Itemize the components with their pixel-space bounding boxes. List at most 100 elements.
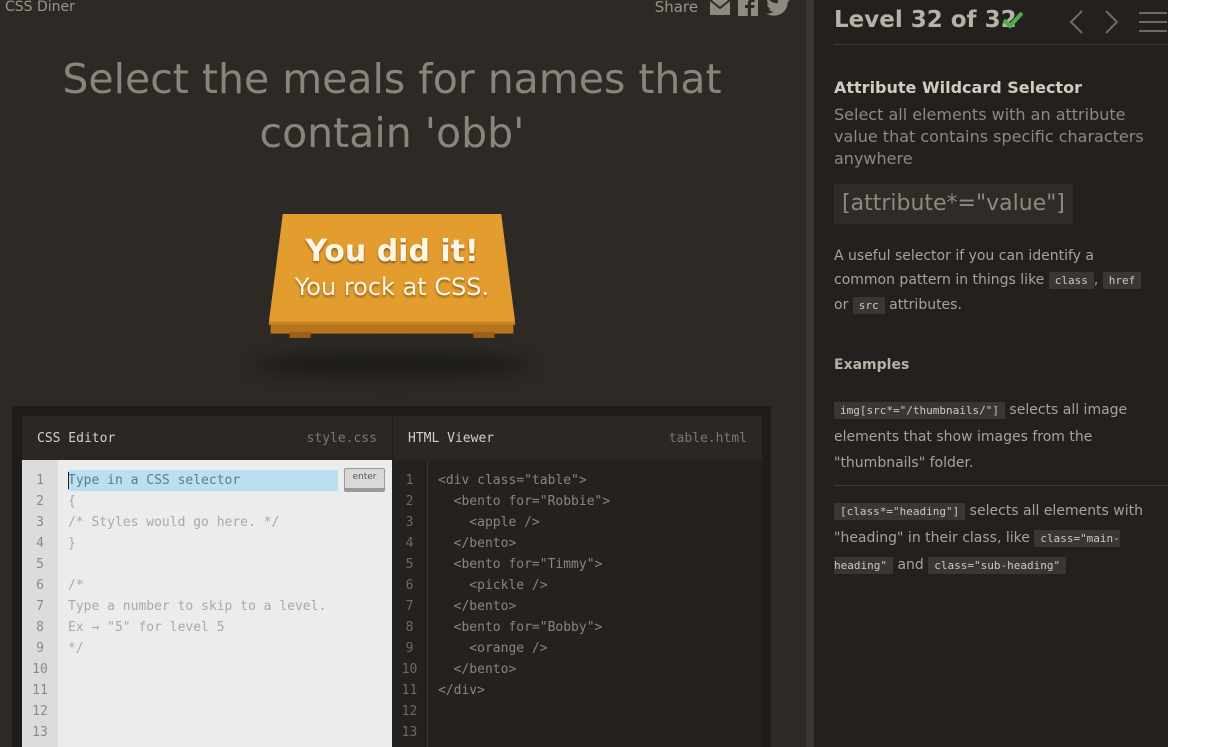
example-2-code-sub: class="sub-heading" xyxy=(928,557,1067,574)
css-editor-pane: CSS Editor style.css 1 2 3 4 5 6 7 8 9 10 11 12 13 {… xyxy=(22,416,392,747)
line-number: 7 xyxy=(405,599,414,614)
code-line: { xyxy=(68,494,76,509)
line-number: 10 xyxy=(32,662,48,677)
share-label: Share xyxy=(654,0,698,16)
code-line: Type a number to skip to a level. xyxy=(68,599,327,614)
level-instruction: Select the meals for names that contain … xyxy=(62,55,722,157)
example-2: [class*="heading"] selects all elements … xyxy=(834,498,1156,579)
facebook-icon[interactable] xyxy=(738,0,758,16)
line-number: 1 xyxy=(36,473,44,488)
html-viewer-header: HTML Viewer table.html xyxy=(392,416,762,460)
code-line: </bento> xyxy=(438,536,517,551)
line-number: 2 xyxy=(405,494,414,509)
line-number: 6 xyxy=(405,578,414,593)
hint-code-src: src xyxy=(852,297,885,314)
line-number: 9 xyxy=(36,641,44,656)
next-level-icon[interactable] xyxy=(1104,9,1120,35)
check-icon xyxy=(1002,11,1024,29)
code-line: <bento for="Timmy"> xyxy=(438,557,603,572)
panel-divider[interactable] xyxy=(806,0,814,747)
previous-level-icon[interactable] xyxy=(1068,9,1084,35)
editor-inner: CSS Editor style.css 1 2 3 4 5 6 7 8 9 10 11 12 13 {… xyxy=(22,416,762,747)
line-number: 6 xyxy=(36,578,44,593)
twitter-icon[interactable] xyxy=(766,0,790,16)
example-1-code: img[src*="/thumbnails/"] xyxy=(834,402,1005,419)
code-line: */ xyxy=(68,641,84,656)
line-number: 10 xyxy=(401,662,418,677)
line-number: 1 xyxy=(405,473,414,488)
line-number: 13 xyxy=(401,725,418,740)
hint-sep: , xyxy=(1093,272,1099,288)
html-code-area: 1 2 3 4 5 6 7 8 9 10 11 12 13 <div class="table"> <b… xyxy=(392,460,762,747)
html-code-lines[interactable]: <div class="table"> <bento for="Robbie">… xyxy=(438,470,762,743)
line-number: 4 xyxy=(405,536,414,551)
level-sidebar: Level 32 of 32 Attribute Wildcard Select… xyxy=(814,0,1168,747)
text-caret xyxy=(68,472,69,489)
css-code-area[interactable]: 1 2 3 4 5 6 7 8 9 10 11 12 13 {/* Styles would go he… xyxy=(22,460,392,747)
html-viewer-pane: HTML Viewer table.html 1 2 3 4 5 6 7 8 9 10 11 12 13… xyxy=(392,416,762,747)
html-viewer-title: HTML Viewer xyxy=(408,430,495,446)
win-title: You did it! xyxy=(305,234,479,269)
share-bar: Share xyxy=(655,0,790,16)
code-line: </div> xyxy=(438,683,485,698)
code-line: </bento> xyxy=(438,662,517,677)
line-number: 11 xyxy=(401,683,418,698)
css-selector-input[interactable] xyxy=(68,470,338,491)
examples-divider xyxy=(834,485,1168,486)
code-line: } xyxy=(68,536,76,551)
example-2-code: [class*="heading"] xyxy=(834,503,966,520)
line-number: 8 xyxy=(36,620,44,635)
html-line-numbers: 1 2 3 4 5 6 7 8 9 10 11 12 13 xyxy=(392,460,428,747)
example-1: img[src*="/thumbnails/"] selects all ima… xyxy=(834,397,1156,476)
hint-code-class: class xyxy=(1048,272,1094,289)
selector-syntax: [attribute*="value"] xyxy=(834,184,1073,224)
code-line: <div class="table"> xyxy=(438,473,587,488)
level-header: Level 32 of 32 xyxy=(834,4,1167,40)
css-editor-filename: style.css xyxy=(306,430,377,446)
line-number: 12 xyxy=(401,704,418,719)
code-line: </bento> xyxy=(438,599,517,614)
selector-hint: A useful selector if you can identify a … xyxy=(834,244,1156,318)
email-icon[interactable] xyxy=(710,0,730,15)
enter-button[interactable]: enter xyxy=(344,468,385,492)
line-number: 13 xyxy=(32,725,48,740)
line-number: 3 xyxy=(36,515,44,530)
selector-description: Select all elements with an attribute va… xyxy=(834,105,1144,168)
examples-label: Examples xyxy=(834,357,910,373)
header-divider xyxy=(834,44,1168,45)
hint-after: attributes. xyxy=(889,297,962,313)
css-editor-title: CSS Editor xyxy=(37,430,116,446)
hint-code-href: href xyxy=(1102,272,1142,289)
line-number: 5 xyxy=(36,557,44,572)
code-line: <pickle /> xyxy=(438,578,548,593)
table-shadow xyxy=(252,352,532,378)
code-line: <apple /> xyxy=(438,515,540,530)
win-subtitle: You rock at CSS. xyxy=(294,273,490,301)
selector-name: Attribute Wildcard Selector xyxy=(834,78,1082,97)
game-area: CSS Diner Share Select the meals for nam… xyxy=(0,0,806,747)
css-code-lines: {/* Styles would go here. */} /* Type a nu… xyxy=(68,470,392,743)
app-brand[interactable]: CSS Diner xyxy=(5,0,75,15)
code-line: /* Styles would go here. */ xyxy=(68,515,280,530)
code-line: Ex → "5" for level 5 xyxy=(68,620,225,635)
code-line: <bento for="Bobby"> xyxy=(438,620,603,635)
hint-or: or xyxy=(834,297,849,313)
line-number: 7 xyxy=(36,599,44,614)
line-number: 11 xyxy=(32,683,48,698)
menu-icon[interactable] xyxy=(1139,10,1167,34)
line-number: 3 xyxy=(405,515,414,530)
html-viewer-filename: table.html xyxy=(668,430,747,446)
line-number: 9 xyxy=(405,641,414,656)
line-number: 2 xyxy=(36,494,44,509)
line-number: 8 xyxy=(405,620,414,635)
dinner-table: You did it! You rock at CSS. xyxy=(250,214,534,384)
line-number: 12 xyxy=(32,704,48,719)
win-message: You did it! You rock at CSS. xyxy=(250,232,534,302)
